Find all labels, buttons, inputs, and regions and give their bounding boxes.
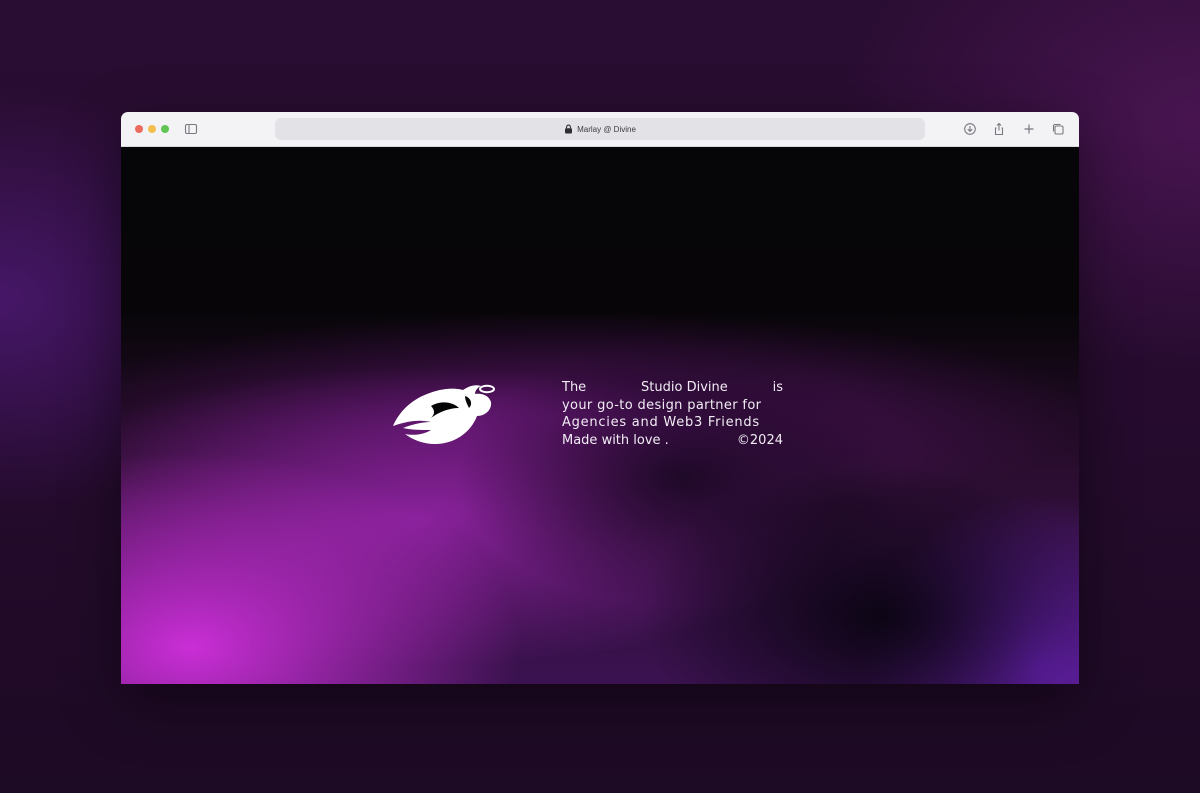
browser-toolbar: Marlay @ Divine bbox=[121, 112, 1079, 147]
tagline-text: Agencies and Web3 Friends bbox=[562, 415, 760, 430]
address-bar[interactable]: Marlay @ Divine bbox=[275, 118, 925, 140]
website-content: The Studio Divine is your go-to design p… bbox=[121, 147, 1079, 684]
sidebar-icon[interactable] bbox=[184, 122, 198, 136]
share-icon[interactable] bbox=[992, 122, 1006, 136]
studio-name: Studio Divine bbox=[641, 380, 728, 395]
tagline-row-3: Agencies and Web3 Friends bbox=[562, 414, 783, 432]
new-tab-icon[interactable] bbox=[1022, 122, 1036, 136]
tagline-row-2: your go-to design partner for bbox=[562, 397, 783, 415]
copyright-text: ©2024 bbox=[736, 432, 783, 448]
tagline-word-is: is bbox=[772, 380, 783, 395]
tagline-word-the: The bbox=[562, 380, 587, 395]
tagline-row-4: Made with love . ©2024 bbox=[562, 432, 783, 450]
tagline-row-1: The Studio Divine is bbox=[562, 379, 783, 397]
tab-overview-icon[interactable] bbox=[1051, 122, 1065, 136]
studio-tagline: The Studio Divine is your go-to design p… bbox=[562, 379, 783, 449]
url-text: Marlay @ Divine bbox=[577, 124, 636, 134]
tagline-text: your go-to design partner for bbox=[562, 397, 762, 413]
made-with-love-text: Made with love . bbox=[562, 432, 669, 448]
download-icon[interactable] bbox=[963, 122, 977, 136]
minimize-window-button[interactable] bbox=[148, 125, 156, 133]
browser-window: Marlay @ Divine The Studio Divine is you… bbox=[121, 112, 1079, 684]
lock-icon bbox=[565, 124, 573, 134]
close-window-button[interactable] bbox=[135, 125, 143, 133]
maximize-window-button[interactable] bbox=[161, 125, 169, 133]
angel-logo[interactable] bbox=[391, 380, 499, 448]
